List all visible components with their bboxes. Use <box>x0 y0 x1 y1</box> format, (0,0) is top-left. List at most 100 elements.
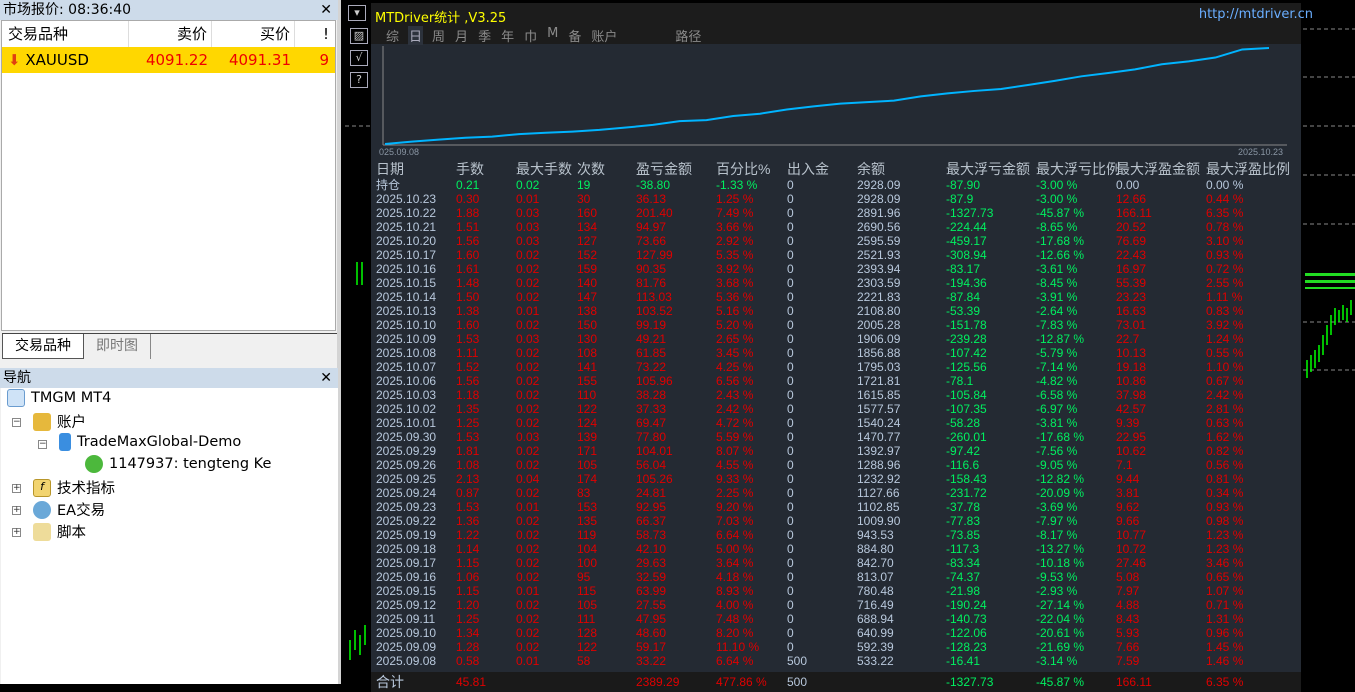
expand-icon[interactable]: + <box>12 528 21 537</box>
table-row[interactable]: 2025.09.24 0.87 0.02 83 24.81 2.25 % 0 1127.66 -… <box>371 486 1301 500</box>
table-row[interactable]: 2025.09.30 1.53 0.03 139 77.80 5.59 % 0 1470.77… <box>371 430 1301 444</box>
help-icon[interactable]: ? <box>350 72 368 88</box>
menu-toggle-icon[interactable]: ▾ <box>348 5 366 21</box>
col-ask[interactable]: 买价 <box>212 21 295 47</box>
header-cell[interactable]: 次数 <box>577 160 605 178</box>
table-row[interactable]: 2025.10.09 1.53 0.03 130 49.21 2.65 % 0 1906.09… <box>371 332 1301 346</box>
cell: 0.02 <box>516 178 540 192</box>
menu-item-4[interactable]: 季 <box>477 26 492 45</box>
table-row[interactable]: 2025.09.17 1.15 0.02 100 29.63 3.64 % 0 842.70 -… <box>371 556 1301 570</box>
col-bid[interactable]: 卖价 <box>129 21 212 47</box>
tab-tick-chart[interactable]: 即时图 <box>84 334 151 359</box>
menu-item-2[interactable]: 周 <box>431 26 446 45</box>
table-row[interactable]: 2025.09.18 1.14 0.02 104 42.10 5.00 % 0 884.80 -… <box>371 542 1301 556</box>
header-cell[interactable]: 最大浮亏比例 <box>1036 160 1120 178</box>
table-row[interactable]: 2025.09.16 1.06 0.02 95 32.59 4.18 % 0 813.07 -7… <box>371 570 1301 584</box>
table-row[interactable]: 2025.10.16 1.61 0.02 159 90.35 3.92 % 0 2393.94… <box>371 262 1301 276</box>
header-cell[interactable]: 最大浮盈比例 <box>1206 160 1290 178</box>
tree-account[interactable]: 1147937: tengteng Ke <box>85 455 271 473</box>
market-watch-title-text: 市场报价: 08:36:40 <box>3 2 132 18</box>
table-row[interactable]: 2025.09.11 1.25 0.02 111 47.95 7.48 % 0 688.94 -… <box>371 612 1301 626</box>
header-cell[interactable]: 盈亏金额 <box>636 160 692 178</box>
table-row[interactable]: 2025.09.26 1.08 0.02 105 56.04 4.55 % 0 1288.96… <box>371 458 1301 472</box>
table-row[interactable]: 2025.10.22 1.88 0.03 160 201.40 7.49 % 0 2891.9… <box>371 206 1301 220</box>
table-row[interactable]: 2025.10.01 1.25 0.02 124 69.47 4.72 % 0 1540.24… <box>371 416 1301 430</box>
tab-symbols[interactable]: 交易品种 <box>2 334 84 359</box>
close-icon[interactable]: ✕ <box>320 368 332 388</box>
table-row[interactable]: 2025.10.15 1.48 0.02 140 81.76 3.68 % 0 2303.59… <box>371 276 1301 290</box>
menu-item-7[interactable]: M <box>546 26 559 45</box>
table-row[interactable]: 2025.10.07 1.52 0.02 141 73.22 4.25 % 0 1795.03… <box>371 360 1301 374</box>
cell: 0.78 % <box>1206 220 1244 234</box>
close-icon[interactable]: ✕ <box>320 0 332 20</box>
table-row[interactable]: 2025.10.08 1.11 0.02 108 61.85 3.45 % 0 1856.88… <box>371 346 1301 360</box>
collapse-icon[interactable]: − <box>12 418 21 427</box>
scroll-icon <box>33 522 51 541</box>
table-row[interactable]: 2025.09.09 1.28 0.02 122 59.17 11.10 % 0 592.39… <box>371 640 1301 654</box>
cell: -128.23 <box>946 640 987 654</box>
website-link[interactable]: http://mtdriver.cn <box>1199 7 1313 22</box>
tree-root[interactable]: TMGM MT4 <box>7 389 111 407</box>
tree-indicators[interactable]: f 技术指标 <box>33 477 115 498</box>
expand-icon[interactable]: + <box>12 506 21 515</box>
tree-server[interactable]: TradeMaxGlobal-Demo <box>59 433 241 451</box>
table-row[interactable]: 2025.09.29 1.81 0.02 171 104.01 8.07 % 0 1392.9… <box>371 444 1301 458</box>
menu-item-10[interactable]: 路径 <box>674 26 702 45</box>
col-spread[interactable]: ! <box>295 21 335 47</box>
menu-item-1[interactable]: 日 <box>408 26 424 45</box>
cell: 7.49 % <box>716 206 754 220</box>
header-cell[interactable]: 最大浮盈金额 <box>1116 160 1200 178</box>
table-row[interactable]: 2025.10.02 1.35 0.02 122 37.33 2.42 % 0 1577.57… <box>371 402 1301 416</box>
cell: 4.25 % <box>716 360 754 374</box>
cell: 166.11 <box>1116 206 1152 220</box>
table-row[interactable]: 2025.10.13 1.38 0.01 138 103.52 5.16 % 0 2108.8… <box>371 304 1301 318</box>
table-row[interactable]: 2025.09.22 1.36 0.02 135 66.37 7.03 % 0 1009.90… <box>371 514 1301 528</box>
cell: 4.72 % <box>716 416 754 430</box>
table-row[interactable]: 2025.10.10 1.60 0.02 150 99.19 5.20 % 0 2005.28… <box>371 318 1301 332</box>
tree-scripts[interactable]: 脚本 <box>33 521 86 542</box>
table-row[interactable]: 2025.09.25 2.13 0.04 174 105.26 9.33 % 0 1232.9… <box>371 472 1301 486</box>
header-cell[interactable]: 百分比% <box>716 160 770 178</box>
tree-ea[interactable]: EA交易 <box>33 499 105 520</box>
tree-accounts[interactable]: 账户 <box>33 411 86 432</box>
header-cell[interactable]: 最大手数 <box>516 160 572 178</box>
table-row[interactable]: 2025.10.23 0.30 0.01 30 36.13 1.25 % 0 2928.09 -… <box>371 192 1301 206</box>
col-symbol[interactable]: 交易品种 <box>2 21 129 47</box>
header-cell[interactable]: 日期 <box>376 160 404 178</box>
table-row[interactable]: 2025.10.20 1.56 0.03 127 73.66 2.92 % 0 2595.59… <box>371 234 1301 248</box>
menu-item-8[interactable]: 备 <box>567 26 582 45</box>
cell: -87.9 <box>946 192 974 206</box>
table-row[interactable]: 2025.10.17 1.60 0.02 152 127.99 5.35 % 0 2521.9… <box>371 248 1301 262</box>
table-row[interactable]: 2025.10.03 1.18 0.02 110 38.28 2.43 % 0 1615.85… <box>371 388 1301 402</box>
collapse-icon[interactable]: − <box>38 440 47 449</box>
cell: 0.01 <box>516 584 540 598</box>
expand-icon[interactable]: + <box>12 484 21 493</box>
table-row[interactable]: 2025.10.06 1.56 0.02 155 105.96 6.56 % 0 1721.8… <box>371 374 1301 388</box>
table-row[interactable]: 2025.09.15 1.15 0.01 115 63.99 8.93 % 0 780.48 -… <box>371 584 1301 598</box>
panel-header: MTDriver统计 ,V3.25 http://mtdriver.cn 综日周… <box>371 3 1313 45</box>
menu-item-5[interactable]: 年 <box>500 26 515 45</box>
holding-row[interactable]: 持仓 0.21 0.02 19 -38.80 -1.33 % 0 2928.09 -87.90 -… <box>371 178 1301 192</box>
table-row[interactable]: 2025.09.10 1.34 0.02 128 48.60 8.20 % 0 640.99 -… <box>371 626 1301 640</box>
cell: 1.45 % <box>1206 640 1244 654</box>
cell: -27.14 % <box>1036 598 1085 612</box>
menu-item-6[interactable]: 巾 <box>523 26 538 45</box>
table-row[interactable]: 2025.09.19 1.22 0.02 119 58.73 6.64 % 0 943.53 -… <box>371 528 1301 542</box>
menu-item-9[interactable]: 账户 <box>590 26 618 45</box>
table-row[interactable]: 2025.09.08 0.58 0.01 58 33.22 6.64 % 500 533.22… <box>371 654 1301 668</box>
screenshot-icon[interactable]: ▨ <box>350 28 368 44</box>
table-row[interactable]: 2025.10.21 1.51 0.03 134 94.97 3.66 % 0 2690.56… <box>371 220 1301 234</box>
total-row[interactable]: 合计 45.81 2389.29 477.86 % 500 -1327.73 -45.87 … <box>371 672 1301 692</box>
header-cell[interactable]: 余额 <box>857 160 885 178</box>
menu-item-3[interactable]: 月 <box>454 26 469 45</box>
check-icon[interactable]: √ <box>350 50 368 66</box>
symbol-row[interactable]: ⬇ XAUUSD 4091.22 4091.31 9 <box>2 47 335 73</box>
table-row[interactable]: 2025.10.14 1.50 0.02 147 113.03 5.36 % 0 2221.8… <box>371 290 1301 304</box>
table-row[interactable]: 2025.09.23 1.53 0.01 153 92.95 9.20 % 0 1102.85… <box>371 500 1301 514</box>
menu-item-0[interactable]: 综 <box>385 26 400 45</box>
header-cell[interactable]: 手数 <box>456 160 484 178</box>
cell: 1.15 <box>456 556 480 570</box>
header-cell[interactable]: 出入金 <box>787 160 829 178</box>
header-cell[interactable]: 最大浮亏金额 <box>946 160 1030 178</box>
table-row[interactable]: 2025.09.12 1.20 0.02 105 27.55 4.00 % 0 716.49 -… <box>371 598 1301 612</box>
